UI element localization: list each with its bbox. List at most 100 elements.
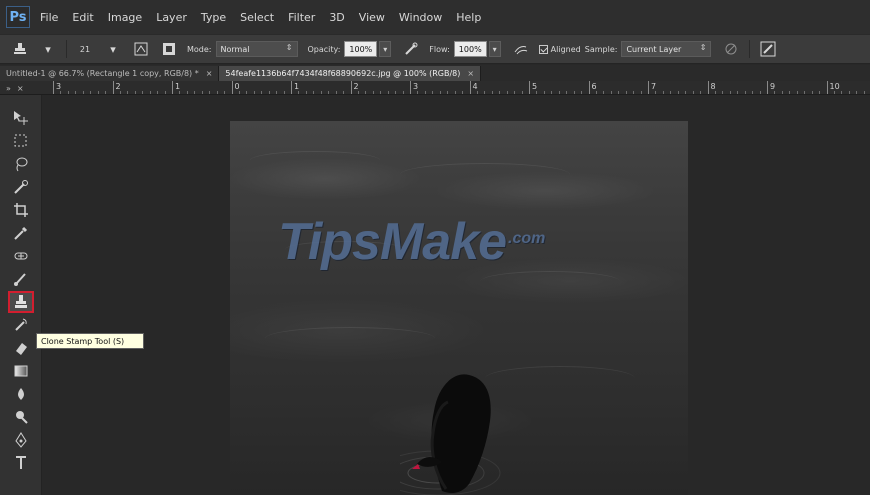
document-image[interactable]: TipsMake .com: [230, 121, 688, 495]
tool-marquee[interactable]: [8, 130, 34, 152]
close-icon[interactable]: ×: [206, 69, 213, 78]
ruler-minor-tick: [387, 91, 389, 94]
aligned-checkbox[interactable]: [538, 44, 548, 54]
ruler-minor-tick: [618, 91, 620, 94]
preset-dropdown[interactable]: ▾: [38, 39, 58, 59]
tools-panel: [0, 95, 42, 495]
ruler-tick: [112, 81, 114, 94]
close-panel-icon[interactable]: ×: [17, 84, 24, 93]
ruler-minor-tick: [625, 91, 627, 94]
menu-3d[interactable]: 3D: [329, 11, 344, 24]
adjustment-layers-icon: [725, 43, 737, 55]
tool-brush[interactable]: [8, 268, 34, 290]
watermark: TipsMake .com: [278, 212, 545, 272]
pressure-opacity-button[interactable]: [401, 39, 421, 59]
tool-quick-selection[interactable]: [8, 176, 34, 198]
ruler-minor-tick: [365, 91, 367, 94]
ruler-minor-tick: [819, 91, 821, 94]
ruler-minor-tick: [722, 91, 724, 94]
ruler-minor-tick: [566, 91, 568, 94]
ruler-minor-tick: [313, 91, 315, 94]
ruler-minor-tick: [268, 91, 270, 94]
ruler-minor-tick: [581, 91, 583, 94]
ruler-minor-tick: [863, 91, 865, 94]
ruler-minor-tick: [105, 91, 107, 94]
menu-select[interactable]: Select: [240, 11, 274, 24]
ruler-minor-tick: [476, 91, 478, 94]
ruler-minor-tick: [759, 91, 761, 94]
ruler-number: 3: [56, 82, 62, 91]
flow-dropdown[interactable]: ▾: [488, 41, 501, 57]
ruler-minor-tick: [543, 91, 545, 94]
tool-history-brush[interactable]: [8, 314, 34, 336]
tool-eyedropper[interactable]: [8, 222, 34, 244]
ruler-minor-tick: [186, 91, 188, 94]
menu-filter[interactable]: Filter: [288, 11, 315, 24]
ruler-minor-tick: [491, 91, 493, 94]
menu-file[interactable]: File: [40, 11, 58, 24]
ruler-minor-tick: [603, 91, 605, 94]
tool-pen[interactable]: [8, 429, 34, 451]
ruler-tick: [588, 81, 590, 94]
tool-tooltip: Clone Stamp Tool (S): [36, 333, 144, 349]
toggle-clone-source-panel-button[interactable]: [159, 39, 179, 59]
ruler-minor-tick: [209, 91, 211, 94]
ruler-minor-tick: [157, 91, 159, 94]
ruler-tick: [529, 81, 530, 94]
opacity-dropdown[interactable]: ▾: [379, 41, 392, 57]
ruler-minor-tick: [848, 91, 850, 94]
toggle-brush-panel-button[interactable]: [131, 39, 151, 59]
brush-panel-icon: [134, 42, 148, 56]
menu-layer[interactable]: Layer: [156, 11, 187, 24]
menu-edit[interactable]: Edit: [72, 11, 93, 24]
clone-stamp-preset-button[interactable]: [10, 39, 30, 59]
tool-dodge[interactable]: [8, 406, 34, 428]
mode-label: Mode:: [187, 44, 212, 54]
tool-clone-stamp[interactable]: [8, 291, 34, 313]
tool-spot-healing[interactable]: [8, 245, 34, 267]
ruler-minor-tick: [521, 91, 523, 94]
tablet-pressure-size-button[interactable]: [758, 39, 778, 59]
menu-help[interactable]: Help: [456, 11, 481, 24]
horizontal-ruler: 3 2 1 0 1 2 3 4 5 6 7 8 9 10: [42, 81, 870, 94]
ruler-minor-tick: [551, 91, 553, 94]
flow-input[interactable]: 100%: [453, 41, 487, 57]
tool-gradient[interactable]: [8, 360, 34, 382]
water-ripple: [480, 271, 620, 292]
ruler-minor-tick: [752, 91, 754, 94]
blur-tool-icon: [18, 388, 24, 400]
tool-lasso[interactable]: [8, 153, 34, 175]
ruler-minor-tick: [789, 91, 791, 94]
ruler-minor-tick: [729, 91, 731, 94]
ruler-row: » × 3 2 1 0 1 2 3 4 5 6 7 8 9 10: [0, 81, 870, 95]
sample-select[interactable]: Current Layer ⇕: [621, 41, 712, 57]
airbrush-button[interactable]: [511, 39, 531, 59]
tab-swan-image[interactable]: 54feafe1136b64f7434f48f68890692c.jpg @ 1…: [219, 66, 482, 81]
ruler-tick: [767, 81, 768, 94]
brush-size-picker[interactable]: 21: [75, 39, 95, 59]
close-icon[interactable]: ×: [467, 69, 474, 78]
ruler-tick: [231, 81, 233, 94]
collapse-panels-icon[interactable]: »: [6, 84, 11, 93]
ruler-minor-tick: [692, 91, 694, 94]
ruler-minor-tick: [417, 91, 419, 94]
menu-image[interactable]: Image: [108, 11, 142, 24]
mode-select[interactable]: Normal ⇕: [215, 41, 298, 57]
ruler-minor-tick: [395, 91, 397, 94]
menu-view[interactable]: View: [359, 11, 385, 24]
ruler-tick: [53, 81, 54, 94]
tool-blur[interactable]: [8, 383, 34, 405]
brush-dropdown[interactable]: ▾: [103, 39, 123, 59]
tool-move[interactable]: [8, 107, 34, 129]
tool-eraser[interactable]: [8, 337, 34, 359]
ignore-adjustment-layers-button[interactable]: [721, 39, 741, 59]
canvas-area[interactable]: TipsMake .com: [42, 95, 870, 495]
tool-crop[interactable]: [8, 199, 34, 221]
menu-type[interactable]: Type: [201, 11, 226, 24]
ruler-minor-tick: [127, 91, 129, 94]
tab-untitled-1[interactable]: Untitled-1 @ 66.7% (Rectangle 1 copy, RG…: [0, 66, 220, 81]
menu-window[interactable]: Window: [399, 11, 442, 24]
aligned-label: Aligned: [550, 44, 581, 54]
tool-type[interactable]: [8, 452, 34, 474]
opacity-input[interactable]: 100%: [344, 41, 378, 57]
